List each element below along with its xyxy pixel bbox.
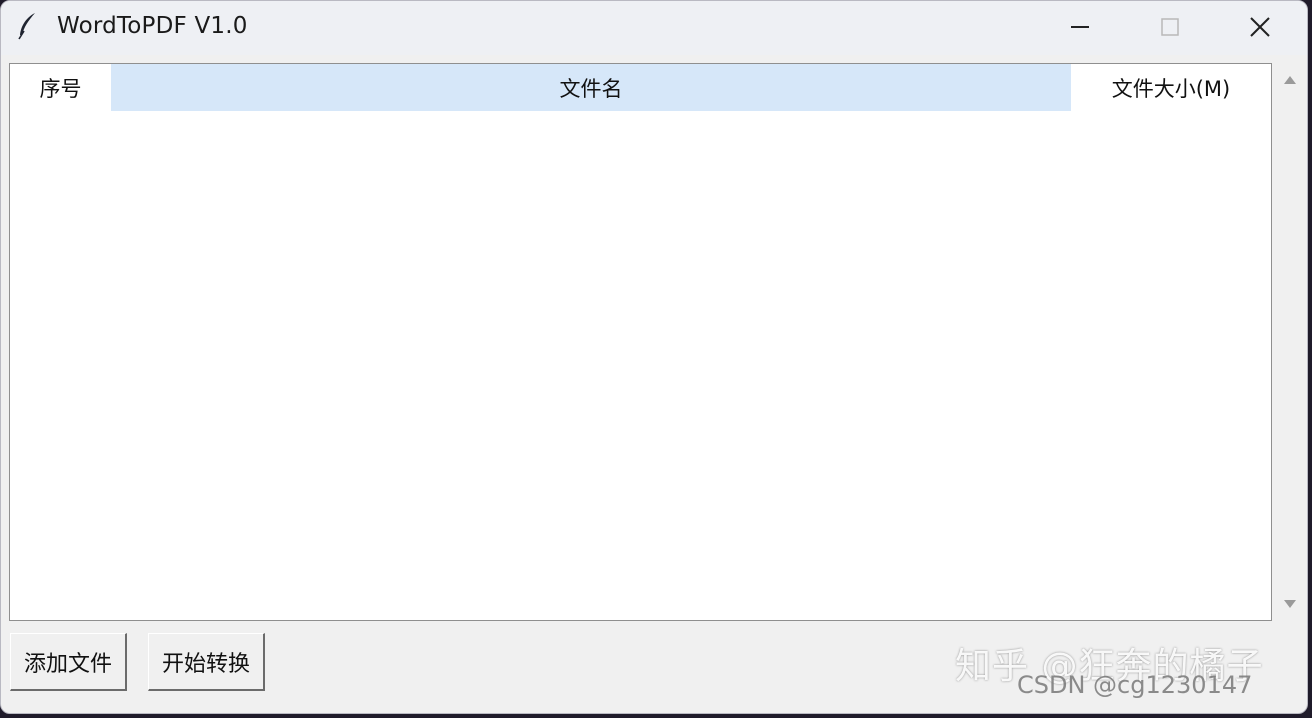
close-button[interactable]: [1237, 5, 1283, 49]
maximize-icon: [1161, 18, 1179, 36]
maximize-button[interactable]: [1147, 5, 1193, 49]
close-icon: [1250, 17, 1270, 37]
start-convert-button[interactable]: 开始转换: [148, 633, 265, 691]
app-window: WordToPDF V1.0 序号 文件名 文件大小(M) 添加文件 开始转换 …: [0, 0, 1308, 714]
column-header-filesize[interactable]: 文件大小(M): [1071, 64, 1271, 111]
minimize-icon: [1071, 26, 1089, 28]
vertical-scrollbar[interactable]: [1274, 63, 1306, 621]
add-file-button[interactable]: 添加文件: [10, 633, 127, 691]
table-header: 序号 文件名 文件大小(M): [10, 64, 1271, 111]
minimize-button[interactable]: [1057, 5, 1103, 49]
title-bar[interactable]: WordToPDF V1.0: [1, 1, 1307, 55]
column-header-filename[interactable]: 文件名: [111, 64, 1071, 111]
column-header-index[interactable]: 序号: [10, 64, 111, 111]
scroll-up-icon[interactable]: [1283, 73, 1297, 87]
scroll-down-icon[interactable]: [1283, 597, 1297, 611]
file-list-table[interactable]: 序号 文件名 文件大小(M): [9, 63, 1272, 621]
feather-icon: [18, 13, 35, 40]
watermark-csdn: CSDN @cg1230147: [1017, 671, 1253, 699]
window-title: WordToPDF V1.0: [57, 13, 248, 39]
